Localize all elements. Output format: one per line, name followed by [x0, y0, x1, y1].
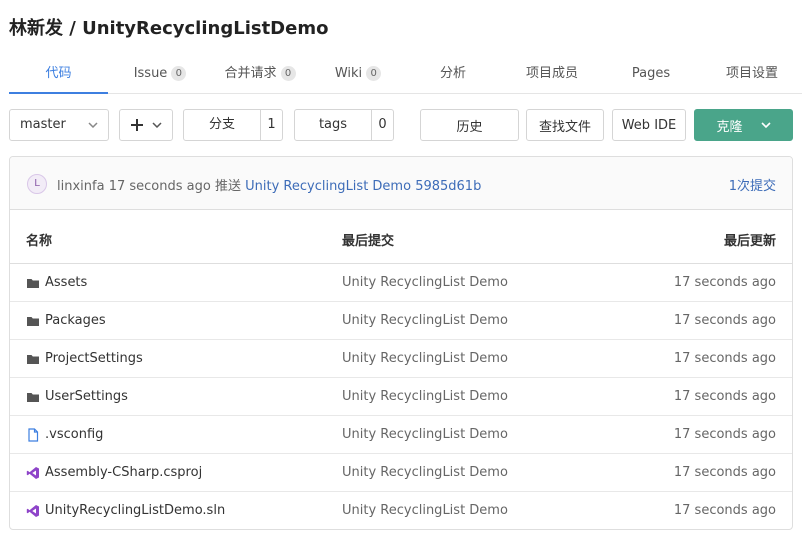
add-dropdown-button[interactable] [119, 109, 173, 141]
file-last-commit-link[interactable]: Unity RecyclingList Demo [342, 351, 508, 366]
header-last-update: 最后更新 [723, 234, 776, 249]
table-row[interactable]: UserSettings Unity RecyclingList Demo 17 s… [10, 378, 792, 416]
commit-sha-link[interactable]: 5985d61b [415, 179, 481, 194]
file-last-commit-link[interactable]: Unity RecyclingList Demo [342, 427, 508, 442]
commit-action: 推送 [214, 179, 241, 194]
file-last-commit-link[interactable]: Unity RecyclingList Demo [342, 389, 508, 404]
wiki-count-badge: 0 [366, 66, 382, 81]
avatar[interactable]: L [27, 174, 47, 194]
history-button[interactable]: 历史 [420, 109, 519, 141]
file-last-update: 17 seconds ago [673, 503, 776, 518]
tab-members[interactable]: 项目成员 [514, 56, 590, 94]
file-last-commit-link[interactable]: Unity RecyclingList Demo [342, 503, 508, 518]
table-row[interactable]: Assets Unity RecyclingList Demo 17 seconds… [10, 264, 792, 302]
tags-count: 0 [371, 110, 393, 140]
visual-studio-icon [26, 466, 40, 480]
file-table-header: 名称 最后提交 最后更新 [10, 210, 792, 264]
table-row[interactable]: .vsconfig Unity RecyclingList Demo 17 seco… [10, 416, 792, 454]
folder-icon [26, 390, 40, 404]
folder-icon [26, 276, 40, 290]
file-browser-panel: L linxinfa 17 seconds ago 推送 Unity Recyc… [9, 156, 793, 530]
tab-code[interactable]: 代码 [9, 56, 108, 94]
folder-icon [26, 352, 40, 366]
table-row[interactable]: Assembly-CSharp.csproj Unity RecyclingLis… [10, 454, 792, 492]
file-name-link[interactable]: Assembly-CSharp.csproj [26, 465, 202, 480]
file-last-update: 17 seconds ago [673, 389, 776, 404]
commit-message-link[interactable]: Unity RecyclingList Demo [245, 179, 411, 194]
chevron-down-icon [88, 122, 98, 129]
find-file-button[interactable]: 查找文件 [526, 109, 604, 141]
file-last-commit-link[interactable]: Unity RecyclingList Demo [342, 465, 508, 480]
chevron-down-icon [152, 122, 162, 129]
last-commit-bar: L linxinfa 17 seconds ago 推送 Unity Recyc… [10, 157, 792, 210]
page-title: 林新发 / UnityRecyclingListDemo [9, 18, 329, 39]
last-commit-info: linxinfa 17 seconds ago 推送 Unity Recycli… [57, 175, 481, 194]
file-last-commit-link[interactable]: Unity RecyclingList Demo [342, 313, 508, 328]
clone-button[interactable]: 克隆 [694, 109, 793, 141]
file-name-link[interactable]: UserSettings [26, 389, 128, 404]
chevron-down-icon [760, 122, 771, 129]
file-icon [26, 427, 40, 442]
file-name-link[interactable]: UnityRecyclingListDemo.sln [26, 503, 225, 518]
file-last-update: 17 seconds ago [673, 465, 776, 480]
branch-select[interactable]: master [9, 109, 109, 141]
tab-issue[interactable]: Issue 0 [112, 56, 208, 94]
tags-button[interactable]: tags 0 [294, 109, 394, 141]
file-name-link[interactable]: .vsconfig [26, 427, 103, 442]
header-name: 名称 [26, 234, 53, 249]
project-nav-tabs: 代码 Issue 0 合并请求 0 Wiki 0 分析 项目成员 Pages 项目设置 [9, 56, 802, 94]
file-last-update: 17 seconds ago [673, 275, 776, 290]
folder-icon [26, 314, 40, 328]
file-last-update: 17 seconds ago [673, 427, 776, 442]
file-last-commit-link[interactable]: Unity RecyclingList Demo [342, 275, 508, 290]
web-ide-button[interactable]: Web IDE [612, 109, 686, 141]
file-last-update: 17 seconds ago [673, 351, 776, 366]
tab-merge-requests[interactable]: 合并请求 0 [212, 56, 308, 94]
plus-icon [131, 119, 143, 131]
table-row[interactable]: ProjectSettings Unity RecyclingList Demo 1… [10, 340, 792, 378]
commit-time: 17 seconds ago [108, 179, 211, 194]
tab-pages[interactable]: Pages [621, 56, 681, 94]
visual-studio-icon [26, 504, 40, 518]
table-row[interactable]: Packages Unity RecyclingList Demo 17 secon… [10, 302, 792, 340]
table-row[interactable]: UnityRecyclingListDemo.sln Unity Recyclin… [10, 492, 792, 529]
tab-wiki[interactable]: Wiki 0 [318, 56, 398, 94]
file-name-link[interactable]: Assets [26, 275, 87, 290]
commit-author[interactable]: linxinfa [57, 179, 105, 194]
header-last-commit: 最后提交 [342, 234, 395, 249]
issue-count-badge: 0 [171, 66, 187, 81]
merge-request-count-badge: 0 [280, 66, 296, 81]
file-name-link[interactable]: ProjectSettings [26, 351, 143, 366]
tab-settings[interactable]: 项目设置 [714, 56, 790, 94]
file-name-link[interactable]: Packages [26, 313, 106, 328]
branches-count: 1 [260, 110, 282, 140]
tab-analytics[interactable]: 分析 [418, 56, 488, 94]
file-last-update: 17 seconds ago [673, 313, 776, 328]
commit-count-link[interactable]: 1次提交 [729, 175, 776, 194]
branches-button[interactable]: 分支 1 [183, 109, 283, 141]
